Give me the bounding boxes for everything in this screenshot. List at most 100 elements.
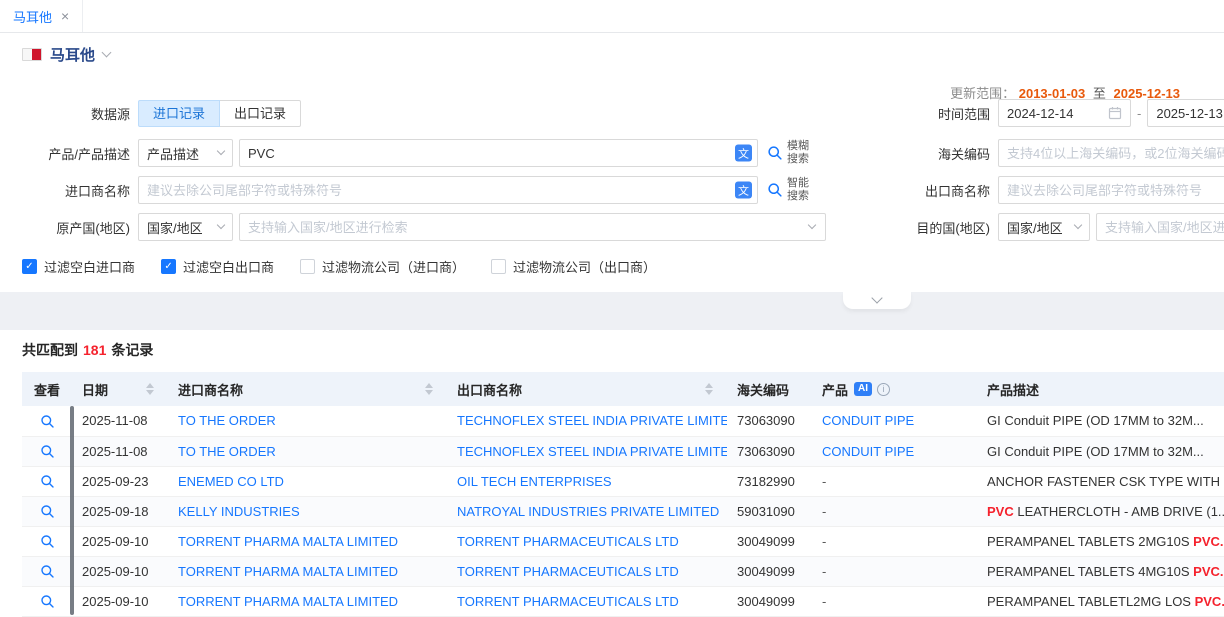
column-header-importer: 进口商名称	[178, 380, 243, 399]
translate-icon[interactable]: 文	[735, 145, 752, 162]
filter-checkbox[interactable]: ✓ 过滤空白出口商	[161, 257, 274, 276]
exporter-link[interactable]: TORRENT PHARMACEUTICALS LTD	[457, 594, 679, 609]
table-row: 2025-11-08TO THE ORDERTECHNOFLEX STEEL I…	[22, 406, 1224, 436]
checkbox-unchecked-icon[interactable]	[300, 259, 315, 274]
chevron-down-icon[interactable]	[102, 47, 112, 57]
destination-country-input[interactable]	[1096, 213, 1224, 241]
column-header-description: 产品描述	[987, 380, 1039, 399]
match-suffix: 条记录	[111, 342, 153, 358]
importer-link[interactable]: TORRENT PHARMA MALTA LIMITED	[178, 594, 398, 609]
magnifier-icon	[40, 504, 55, 519]
cell-hs-code: 73063090	[727, 436, 812, 466]
description-text: LEATHERCLOTH - AMB DRIVE (1...	[1014, 504, 1224, 519]
fuzzy-search-button[interactable]: 模糊 搜索	[767, 140, 809, 166]
exporter-link[interactable]: TORRENT PHARMACEUTICALS LTD	[457, 534, 679, 549]
importer-link[interactable]: TO THE ORDER	[178, 444, 276, 459]
exporter-input[interactable]	[998, 176, 1224, 204]
translate-icon[interactable]: 文	[735, 182, 752, 199]
importer-link[interactable]: ENEMED CO LTD	[178, 474, 284, 489]
exporter-input-wrap	[998, 176, 1224, 204]
info-icon[interactable]: i	[877, 383, 890, 396]
product-link[interactable]: CONDUIT PIPE	[822, 444, 914, 459]
date-from-input[interactable]: 2024-12-14	[998, 99, 1131, 127]
sort-control-date[interactable]	[146, 383, 154, 395]
destination-country-select-value: 国家/地区	[1007, 218, 1063, 237]
app-window: 马耳他 × 马耳他 更新范围： 2013-01-03 至 2025-12-13 …	[0, 0, 1224, 617]
description-highlight: PVC	[987, 504, 1014, 519]
page-title: 马耳他	[50, 44, 95, 65]
filter-checkbox[interactable]: 过滤物流公司（出口商）	[491, 257, 656, 276]
cell-description: GI Conduit PIPE (OD 17MM to 32M...	[977, 436, 1224, 466]
cell-hs-code: 59031090	[727, 496, 812, 526]
product-input[interactable]	[239, 139, 758, 167]
malta-flag-icon	[22, 48, 42, 61]
table-row: 2025-09-18 KELLY INDUSTRIES NATROYAL INDUS…	[22, 496, 1224, 526]
exporter-link[interactable]: TECHNOFLEX STEEL INDIA PRIVATE LIMITED	[457, 413, 727, 428]
datasource-row: 数据源 进口记录 出口记录	[0, 100, 301, 127]
cell-hs-code: 30049099	[727, 586, 812, 616]
view-record-button[interactable]	[40, 444, 55, 459]
cell-importer: TORRENT PHARMA MALTA LIMITED	[168, 526, 447, 556]
time-range-label: 时间范围	[872, 104, 990, 123]
importer-link[interactable]: TORRENT PHARMA MALTA LIMITED	[178, 564, 398, 579]
product-link[interactable]: CONDUIT PIPE	[822, 413, 914, 428]
cell-product: CONDUIT PIPE	[812, 406, 977, 436]
tab-import-records[interactable]: 进口记录	[138, 100, 220, 127]
date-to-input[interactable]: 2025-12-13	[1147, 99, 1224, 127]
view-record-button[interactable]	[40, 474, 55, 489]
ai-badge: AI	[854, 382, 872, 396]
collapse-panel-button[interactable]	[843, 292, 911, 309]
sort-control-exporter[interactable]	[705, 383, 713, 395]
description-text: PERAMPANEL TABLETS 4MG10S	[987, 564, 1193, 579]
importer-input[interactable]	[138, 176, 758, 204]
origin-country-input[interactable]	[239, 213, 826, 241]
tab-export-records[interactable]: 出口记录	[219, 100, 301, 127]
product-type-select[interactable]: 产品描述	[138, 139, 233, 167]
cell-exporter: NATROYAL INDUSTRIES PRIVATE LIMITED	[447, 496, 727, 526]
cell-view	[22, 436, 72, 466]
description-highlight: PVC...	[1193, 534, 1224, 549]
exporter-link[interactable]: TECHNOFLEX STEEL INDIA PRIVATE LIMITED	[457, 444, 727, 459]
view-record-button[interactable]	[40, 534, 55, 549]
description-text: PERAMPANEL TABLETL2MG LOS	[987, 594, 1195, 609]
filter-checkbox[interactable]: 过滤物流公司（进口商）	[300, 257, 465, 276]
cell-description: PERAMPANEL TABLETS 4MG10S PVC...	[977, 556, 1224, 586]
importer-link[interactable]: TO THE ORDER	[178, 413, 276, 428]
checkbox-label: 过滤空白出口商	[183, 257, 274, 276]
product-empty: -	[822, 504, 826, 519]
description-text: GI Conduit PIPE (OD 17MM to 32M...	[987, 413, 1204, 428]
close-icon[interactable]: ×	[61, 9, 69, 23]
table-row: 2025-09-23ENEMED CO LTDOIL TECH ENTERPRI…	[22, 466, 1224, 496]
cell-importer: TORRENT PHARMA MALTA LIMITED	[168, 556, 447, 586]
importer-link[interactable]: TORRENT PHARMA MALTA LIMITED	[178, 534, 398, 549]
sort-control-importer[interactable]	[425, 383, 433, 395]
importer-link[interactable]: KELLY INDUSTRIES	[178, 504, 300, 519]
exporter-link[interactable]: OIL TECH ENTERPRISES	[457, 474, 612, 489]
filter-checkbox[interactable]: ✓过滤空白进口商	[22, 257, 135, 276]
view-record-button[interactable]	[40, 504, 55, 519]
product-row: 产品/产品描述 产品描述 文 模糊 搜索	[0, 139, 809, 167]
view-record-button[interactable]	[40, 594, 55, 609]
smart-search-button[interactable]: 智能 搜索	[767, 177, 809, 203]
cell-date: 2025-09-18	[72, 496, 168, 526]
hs-code-row: 海关编码	[872, 139, 1224, 167]
exporter-link[interactable]: NATROYAL INDUSTRIES PRIVATE LIMITED	[457, 504, 719, 519]
tab-malta[interactable]: 马耳他 ×	[0, 0, 83, 32]
cell-view	[22, 556, 72, 586]
checkbox-checked-icon[interactable]: ✓	[22, 259, 37, 274]
cell-product: -	[812, 556, 977, 586]
product-empty: -	[822, 534, 826, 549]
origin-country-select[interactable]: 国家/地区	[138, 213, 233, 241]
view-record-button[interactable]	[40, 414, 55, 429]
cell-hs-code: 73063090	[727, 406, 812, 436]
view-record-button[interactable]	[40, 564, 55, 579]
checkbox-checked-icon[interactable]: ✓	[161, 259, 176, 274]
fixed-column-scrollbar[interactable]	[70, 406, 74, 615]
cell-date: 2025-11-08	[72, 436, 168, 466]
destination-country-select[interactable]: 国家/地区	[998, 213, 1090, 241]
checkbox-unchecked-icon[interactable]	[491, 259, 506, 274]
match-count: 181	[83, 342, 106, 358]
hs-code-input[interactable]	[998, 139, 1224, 167]
exporter-link[interactable]: TORRENT PHARMACEUTICALS LTD	[457, 564, 679, 579]
results-panel: 共匹配到181条记录 查看 日期 进口商名称 出口商名称 海关编码 产品AIi …	[0, 330, 1224, 617]
